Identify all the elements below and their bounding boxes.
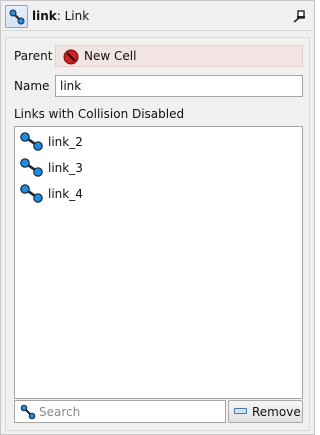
list-item[interactable]: link_4	[18, 182, 298, 206]
links-section-title: Links with Collision Disabled	[14, 107, 185, 121]
remove-button-label: Remove	[252, 405, 301, 419]
panel-title: link: Link	[32, 9, 89, 23]
link-icon	[9, 9, 25, 25]
list-item[interactable]: link_3	[18, 156, 298, 180]
minus-icon	[234, 408, 247, 414]
properties-body: Parent New Cell Name Links with Collisio…	[5, 37, 310, 431]
collision-links-list[interactable]: link_2 link_3 link_4	[14, 126, 303, 399]
parent-field[interactable]: New Cell	[55, 45, 303, 67]
link-icon	[20, 158, 43, 177]
remove-button[interactable]: Remove	[228, 400, 303, 423]
panel-header: link: Link	[2, 2, 313, 31]
list-item-label: link_2	[48, 135, 83, 149]
pin-icon[interactable]	[291, 8, 307, 24]
link-icon	[20, 184, 43, 203]
name-field[interactable]	[55, 75, 303, 97]
search-box[interactable]	[14, 400, 226, 423]
link-properties-panel: link: Link Parent New Cell Name Links wi…	[0, 0, 315, 435]
list-item-label: link_3	[48, 161, 83, 175]
title-rest: : Link	[56, 9, 90, 23]
parent-label: Parent	[14, 49, 53, 63]
list-item[interactable]: link_2	[18, 130, 298, 154]
title-bold: link	[32, 9, 57, 23]
no-entry-icon	[63, 49, 79, 65]
name-label: Name	[14, 79, 50, 93]
link-icon	[20, 404, 36, 420]
link-icon	[20, 132, 43, 151]
list-item-label: link_4	[48, 187, 83, 201]
search-input[interactable]	[39, 402, 223, 421]
parent-value: New Cell	[84, 49, 137, 63]
link-type-button[interactable]	[5, 5, 28, 28]
